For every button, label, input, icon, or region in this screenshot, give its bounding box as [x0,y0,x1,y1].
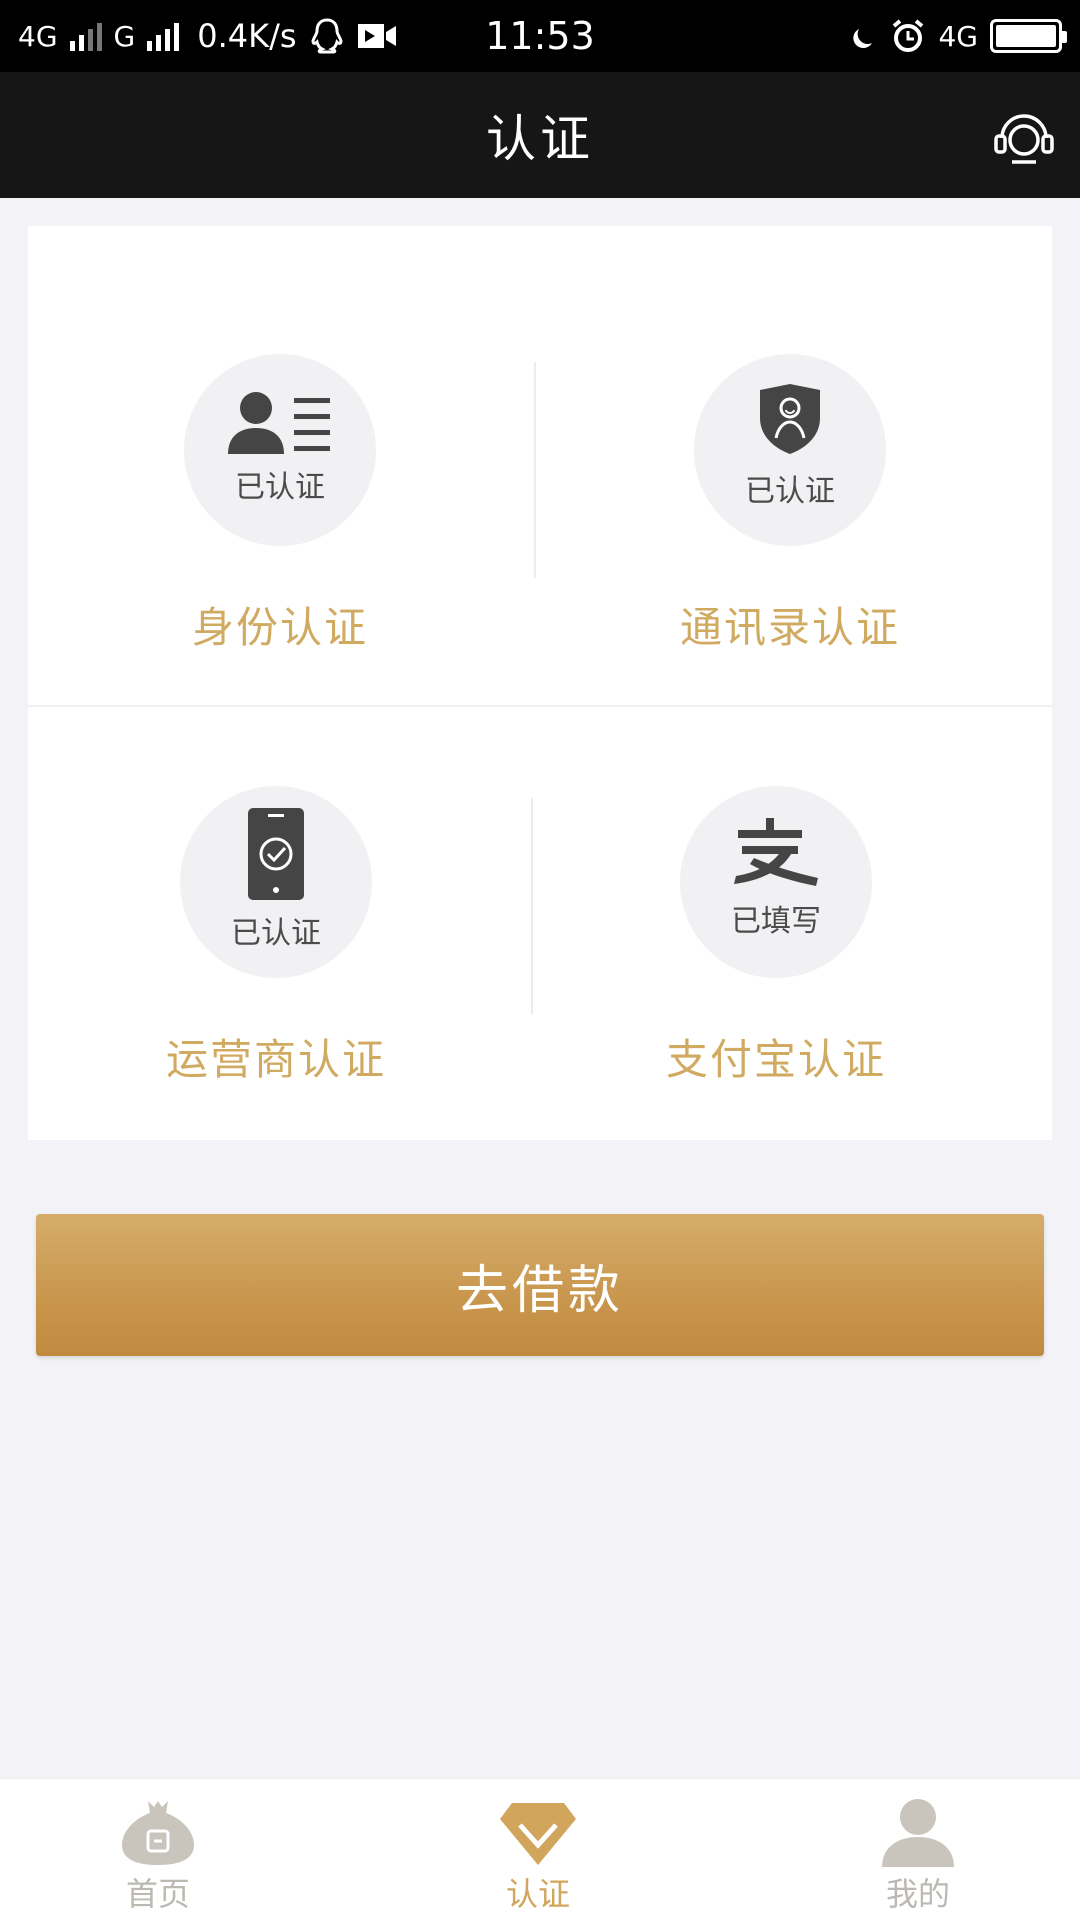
video-icon [357,24,396,48]
page-title: 认证 [486,110,594,168]
column-divider-bottom [531,798,533,1014]
network-type-3: 4G [938,19,978,53]
nav-item-auth[interactable]: 认证 [438,1779,638,1920]
nav-label: 我的 [885,1875,950,1913]
alipay-icon [734,818,818,886]
status-left: 4G G 0.4K/s [18,17,397,55]
phone-check-icon [248,808,304,900]
auth-status: 已认证 [745,474,835,509]
auth-item-identity[interactable]: 已认证 身份认证 [80,226,480,666]
network-speed: 0.4K/s [197,17,297,55]
signal-icon-1 [69,21,102,51]
status-right: 4G [852,18,1067,54]
auth-item-alipay[interactable]: 已填写 支付宝认证 [576,658,976,1098]
auth-item-contacts[interactable]: 已认证 通讯录认证 [590,226,990,666]
auth-item-carrier[interactable]: 已认证 运营商认证 [76,658,476,1098]
alarm-icon [893,19,924,52]
auth-label: 运营商认证 [165,1035,386,1084]
column-divider-top [534,362,536,578]
auth-cards-panel: 已认证 身份认证 已认证 通讯录认证 已认证 运营商认证 已填写 支付宝认证 [28,226,1052,1140]
nav-label: 首页 [125,1875,190,1913]
auth-icon-circle: 已认证 [180,786,372,978]
network-type-1: 4G [18,19,58,53]
nav-item-home[interactable]: 首页 [58,1779,258,1920]
id-card-icon [228,392,330,454]
auth-label: 身份认证 [191,603,368,652]
auth-label: 支付宝认证 [665,1035,886,1084]
user-icon [882,1799,954,1867]
battery-icon [990,19,1067,53]
auth-icon-circle: 已认证 [694,354,886,546]
auth-label: 通讯录认证 [679,603,900,652]
customer-service-button[interactable] [992,104,1056,168]
auth-status: 已填写 [731,904,821,939]
bottom-nav: 首页 认证 我的 [0,1778,1080,1920]
contacts-shield-icon [760,384,820,454]
title-bar: 认证 [0,72,1080,198]
money-bag-icon [122,1801,194,1865]
auth-icon-circle: 已填写 [680,786,872,978]
diamond-check-icon [500,1803,576,1865]
status-bar: 4G G 0.4K/s 11:53 4G [0,0,1080,72]
network-type-2: G [113,19,136,53]
qq-icon [311,18,343,54]
borrow-button[interactable]: 去借款 [36,1214,1044,1356]
auth-status: 已认证 [231,916,321,951]
auth-status: 已认证 [235,470,325,505]
nav-label: 认证 [505,1875,570,1913]
headset-icon [994,114,1054,164]
moon-icon [853,29,873,49]
auth-icon-circle: 已认证 [184,354,376,546]
nav-item-mine[interactable]: 我的 [818,1779,1018,1920]
signal-icon-2 [147,21,180,51]
